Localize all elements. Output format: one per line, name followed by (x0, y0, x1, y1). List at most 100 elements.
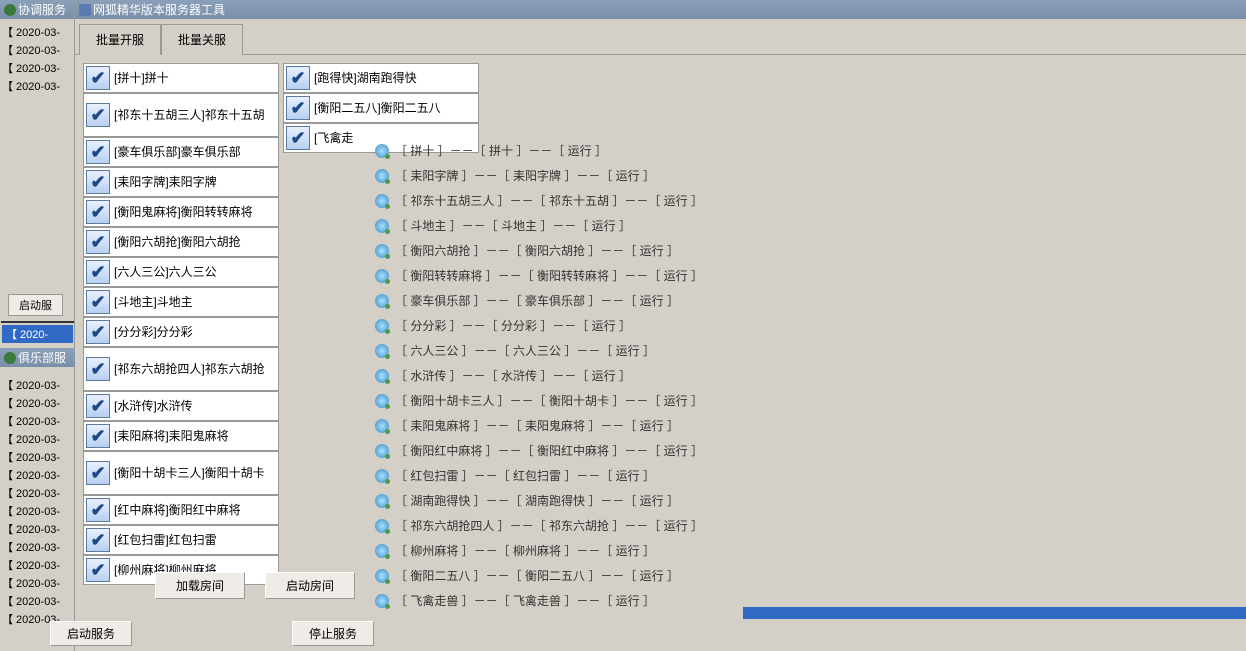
checkbox[interactable] (286, 96, 310, 120)
check-item[interactable]: [祁东十五胡三人]祁东十五胡 (83, 93, 279, 137)
selected-date[interactable]: 【 2020- (2, 325, 73, 343)
status-icon (375, 344, 389, 358)
check-item[interactable]: [豪车俱乐部]豪车俱乐部 (83, 137, 279, 167)
checkbox[interactable] (86, 461, 110, 485)
checkbox[interactable] (86, 357, 110, 381)
status-line: ［ 衡阳十胡卡三人 ］－－［ 衡阳十胡卡 ］－－［ 运行 ］ (375, 388, 729, 413)
log-list-1: 【 2020-03-【 2020-03-【 2020-03-【 2020-03- (0, 19, 74, 99)
checkbox[interactable] (86, 66, 110, 90)
status-icon (375, 194, 389, 208)
check-item[interactable]: [六人三公]六人三公 (83, 257, 279, 287)
status-line: ［ 斗地主 ］－－［ 斗地主 ］－－［ 运行 ］ (375, 213, 729, 238)
status-text: ［ 耒阳字牌 ］－－［ 耒阳字牌 ］－－［ 运行 ］ (395, 167, 655, 184)
club-service-label: 俱乐部服 (18, 349, 66, 366)
checkbox[interactable] (86, 424, 110, 448)
start-room-button[interactable]: 启动房间 (265, 572, 355, 599)
status-icon (375, 394, 389, 408)
check-item[interactable]: [衡阳十胡卡三人]衡阳十胡卡 (83, 451, 279, 495)
check-label: [耒阳麻将]耒阳鬼麻将 (114, 429, 229, 443)
check-item[interactable]: [跑得快]湖南跑得快 (283, 63, 479, 93)
checkbox[interactable] (86, 320, 110, 344)
status-line: ［ 飞禽走兽 ］－－［ 飞禽走兽 ］－－［ 运行 ］ (375, 588, 729, 613)
check-item[interactable]: [耒阳字牌]耒阳字牌 (83, 167, 279, 197)
check-column-1: [拼十]拼十 [祁东十五胡三人]祁东十五胡 [豪车俱乐部]豪车俱乐部 [耒阳字牌]耒阳… (83, 63, 279, 585)
status-text: ［ 衡阳转转麻将 ］－－［ 衡阳转转麻将 ］－－［ 运行 ］ (395, 267, 703, 284)
checkbox[interactable] (86, 230, 110, 254)
check-item[interactable]: [红包扫雷]红包扫雷 (83, 525, 279, 555)
status-icon (375, 144, 389, 158)
service-buttons: 启动服务 停止服务 (50, 621, 374, 646)
check-label: [豪车俱乐部]豪车俱乐部 (114, 145, 241, 159)
checkbox[interactable] (86, 103, 110, 127)
check-item[interactable]: [衡阳六胡抢]衡阳六胡抢 (83, 227, 279, 257)
start-service-button[interactable]: 启动服务 (50, 621, 132, 646)
check-item[interactable]: [衡阳二五八]衡阳二五八 (283, 93, 479, 123)
status-text: ［ 衡阳二五八 ］－－［ 衡阳二五八 ］－－［ 运行 ］ (395, 567, 679, 584)
start-button-small[interactable]: 启动服 (8, 294, 63, 316)
check-item[interactable]: [拼十]拼十 (83, 63, 279, 93)
checkbox[interactable] (86, 290, 110, 314)
status-icon (375, 319, 389, 333)
status-line: ［ 耒阳鬼麻将 ］－－［ 耒阳鬼麻将 ］－－［ 运行 ］ (375, 413, 729, 438)
check-label: [斗地主]斗地主 (114, 295, 193, 309)
checkbox[interactable] (86, 394, 110, 418)
check-label: [跑得快]湖南跑得快 (314, 71, 417, 85)
checkbox[interactable] (86, 528, 110, 552)
status-icon (375, 594, 389, 608)
status-icon (375, 444, 389, 458)
log-entry: 【 2020-03- (2, 77, 72, 95)
status-text: ［ 湖南跑得快 ］－－［ 湖南跑得快 ］－－［ 运行 ］ (395, 492, 679, 509)
log-entry: 【 2020-03- (2, 574, 73, 592)
log-entry: 【 2020-03- (2, 394, 73, 412)
status-icon (375, 519, 389, 533)
status-icon (375, 419, 389, 433)
status-line: ［ 豪车俱乐部 ］－－［ 豪车俱乐部 ］－－［ 运行 ］ (375, 288, 729, 313)
check-item[interactable]: [斗地主]斗地主 (83, 287, 279, 317)
checkbox[interactable] (86, 140, 110, 164)
check-item[interactable]: [水浒传]水浒传 (83, 391, 279, 421)
check-item[interactable]: [耒阳麻将]耒阳鬼麻将 (83, 421, 279, 451)
checkbox[interactable] (286, 66, 310, 90)
check-label: [红包扫雷]红包扫雷 (114, 533, 217, 547)
status-text: ［ 豪车俱乐部 ］－－［ 豪车俱乐部 ］－－［ 运行 ］ (395, 292, 679, 309)
status-icon (375, 469, 389, 483)
status-icon (375, 219, 389, 233)
check-label: [衡阳二五八]衡阳二五八 (314, 101, 441, 115)
club-icon (4, 352, 16, 364)
status-text: ［ 柳州麻将 ］－－［ 柳州麻将 ］－－［ 运行 ］ (395, 542, 655, 559)
status-icon (375, 244, 389, 258)
status-icon (375, 269, 389, 283)
status-line: ［ 分分彩 ］－－［ 分分彩 ］－－［ 运行 ］ (375, 313, 729, 338)
checkbox[interactable] (86, 170, 110, 194)
status-text: ［ 祁东十五胡三人 ］－－［ 祁东十五胡 ］－－［ 运行 ］ (395, 192, 703, 209)
check-label: [水浒传]水浒传 (114, 399, 193, 413)
stop-service-button[interactable]: 停止服务 (292, 621, 374, 646)
status-text: ［ 水浒传 ］－－［ 水浒传 ］－－［ 运行 ］ (395, 367, 631, 384)
log-entry: 【 2020-03- (2, 556, 73, 574)
check-item[interactable]: [衡阳鬼麻将]衡阳转转麻将 (83, 197, 279, 227)
status-icon (375, 169, 389, 183)
checkbox[interactable] (86, 260, 110, 284)
status-popup: ［ 拼十 ］－－［ 拼十 ］－－［ 运行 ］ ［ 耒阳字牌 ］－－［ 耒阳字牌 ］… (367, 130, 737, 621)
log-entry: 【 2020-03- (2, 484, 73, 502)
status-text: ［ 六人三公 ］－－［ 六人三公 ］－－［ 运行 ］ (395, 342, 655, 359)
club-service-section: 俱乐部服 (0, 348, 75, 367)
status-text: ［ 拼十 ］－－［ 拼十 ］－－［ 运行 ］ (395, 142, 607, 159)
load-room-button[interactable]: 加载房间 (155, 572, 245, 599)
check-item[interactable]: [红中麻将]衡阳红中麻将 (83, 495, 279, 525)
checkbox[interactable] (286, 126, 310, 150)
log-entry: 【 2020-03- (2, 41, 72, 59)
status-line: ［ 祁东十五胡三人 ］－－［ 祁东十五胡 ］－－［ 运行 ］ (375, 188, 729, 213)
log-entry: 【 2020-03- (2, 592, 73, 610)
check-label: [祁东十五胡三人]祁东十五胡 (114, 108, 265, 122)
check-label: [祁东六胡抢四人]祁东六胡抢 (114, 362, 265, 376)
checkbox[interactable] (86, 498, 110, 522)
tab-batch-open[interactable]: 批量开服 (79, 24, 161, 55)
check-item[interactable]: [分分彩]分分彩 (83, 317, 279, 347)
check-item[interactable]: [祁东六胡抢四人]祁东六胡抢 (83, 347, 279, 391)
tab-batch-close[interactable]: 批量关服 (161, 24, 243, 55)
app-icon (79, 4, 91, 16)
checkbox[interactable] (86, 200, 110, 224)
status-text: ［ 衡阳六胡抢 ］－－［ 衡阳六胡抢 ］－－［ 运行 ］ (395, 242, 679, 259)
status-line: ［ 衡阳六胡抢 ］－－［ 衡阳六胡抢 ］－－［ 运行 ］ (375, 238, 729, 263)
